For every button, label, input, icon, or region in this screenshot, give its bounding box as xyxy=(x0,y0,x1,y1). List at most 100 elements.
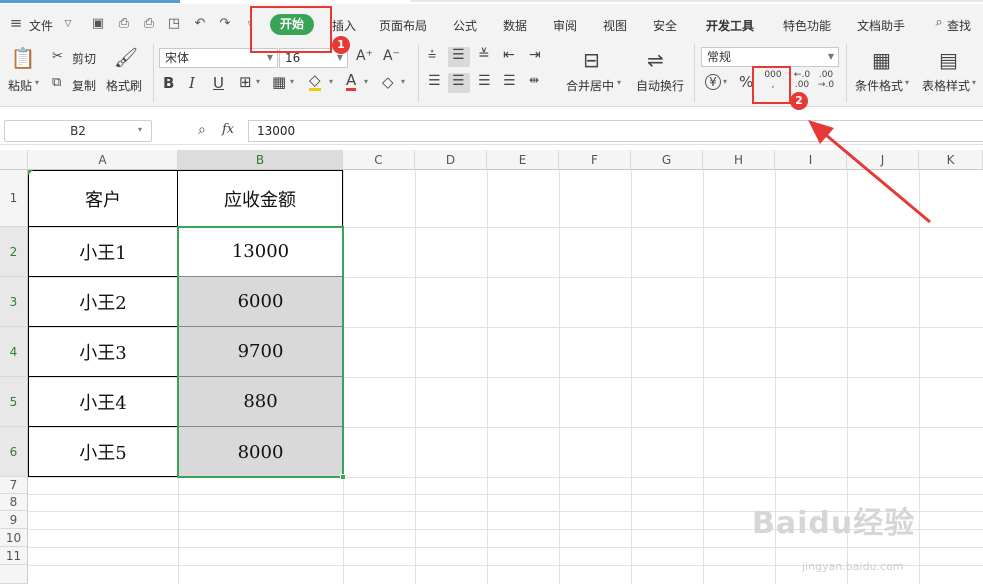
indent-icon[interactable]: ⇥ xyxy=(529,47,541,63)
print-icon[interactable]: ⎙ xyxy=(141,16,157,32)
conditional-format-button[interactable]: 条件格式 xyxy=(855,77,903,94)
chevron-down-icon[interactable]: ▾ xyxy=(905,78,909,87)
wrap-text-icon[interactable]: ⇌ xyxy=(647,48,664,72)
chevron-down-icon[interactable]: ▾ xyxy=(617,78,621,87)
column-header-g[interactable]: G xyxy=(631,150,703,170)
fill-color-icon[interactable]: ◇ xyxy=(309,73,321,91)
increase-decimal-icon[interactable]: ←.0.00 xyxy=(793,70,811,90)
borders-icon[interactable]: ⊞ xyxy=(239,73,252,91)
hamburger-menu-icon[interactable]: ≡ xyxy=(8,15,24,31)
distributed-align-icon[interactable]: ⇹ xyxy=(529,73,539,87)
format-painter-icon[interactable]: 🖌 xyxy=(114,46,138,69)
redo-icon[interactable]: ↷ xyxy=(217,16,233,32)
wrap-text-button[interactable]: 自动换行 xyxy=(636,77,684,94)
row-header-8[interactable]: 8 xyxy=(0,494,28,511)
row-header-3[interactable]: 3 xyxy=(0,277,28,327)
column-header-e[interactable]: E xyxy=(487,150,559,170)
tab-view[interactable]: 视图 xyxy=(603,17,627,34)
justify-icon[interactable]: ☰ xyxy=(503,73,516,89)
tab-data[interactable]: 数据 xyxy=(503,17,527,34)
increase-font-size-icon[interactable]: A⁺ xyxy=(356,48,373,64)
clear-format-icon[interactable]: ◇ xyxy=(382,73,394,91)
table-style-button[interactable]: 表格样式 xyxy=(922,77,970,94)
row-header-10[interactable]: 10 xyxy=(0,529,28,547)
cell-a2[interactable]: 小王1 xyxy=(28,227,178,277)
cut-button[interactable]: 剪切 xyxy=(72,50,96,67)
chevron-down-icon[interactable]: ▾ xyxy=(364,77,368,86)
align-left-icon[interactable]: ☰ xyxy=(428,73,441,89)
column-header-h[interactable]: H xyxy=(703,150,775,170)
tab-insert[interactable]: 插入 xyxy=(332,17,356,34)
row-header-9[interactable]: 9 xyxy=(0,511,28,529)
tab-page-layout[interactable]: 页面布局 xyxy=(379,17,427,34)
copy-icon[interactable]: ⧉ xyxy=(52,75,61,90)
format-painter-button[interactable]: 格式刷 xyxy=(106,77,142,94)
chevron-down-icon[interactable]: ▾ xyxy=(723,77,727,86)
save-icon[interactable]: ▣ xyxy=(90,16,106,32)
tab-review[interactable]: 审阅 xyxy=(553,17,577,34)
table-style-icon[interactable]: ▤ xyxy=(939,48,958,72)
italic-icon[interactable]: I xyxy=(189,74,195,92)
tab-developer[interactable]: 开发工具 xyxy=(706,17,754,34)
row-header-2[interactable]: 2 xyxy=(0,227,28,277)
decrease-font-size-icon[interactable]: A⁻ xyxy=(383,48,400,64)
cut-icon[interactable]: ✂ xyxy=(52,49,63,64)
row-header-12[interactable] xyxy=(0,565,28,584)
bold-icon[interactable]: B xyxy=(163,74,174,92)
column-header-f[interactable]: F xyxy=(559,150,631,170)
align-right-icon[interactable]: ☰ xyxy=(478,73,491,89)
merge-center-button[interactable]: 合并居中 xyxy=(566,77,614,94)
cell-a6[interactable]: 小王5 xyxy=(28,427,178,477)
select-all-corner[interactable] xyxy=(0,150,28,170)
decrease-decimal-icon[interactable]: .00 →.0 xyxy=(817,70,835,90)
number-format-select[interactable]: 常规 ▼ xyxy=(701,47,839,67)
chevron-down-icon[interactable]: ▾ xyxy=(401,77,405,86)
row-header-11[interactable]: 11 xyxy=(0,547,28,565)
paste-button[interactable]: 粘贴 xyxy=(8,77,32,94)
chevron-down-icon[interactable]: ▾ xyxy=(329,77,333,86)
cell-a3[interactable]: 小王2 xyxy=(28,277,178,327)
search-label[interactable]: 查找 xyxy=(947,17,971,34)
search-icon[interactable]: ⌕ xyxy=(931,15,947,31)
name-box[interactable]: B2 xyxy=(4,120,152,142)
align-bottom-icon[interactable]: ≚ xyxy=(478,47,490,63)
file-menu[interactable]: 文件 xyxy=(29,17,53,34)
undo-icon[interactable]: ↶ xyxy=(192,16,208,32)
outdent-icon[interactable]: ⇤ xyxy=(503,47,515,63)
tab-doc-assistant[interactable]: 文档助手 xyxy=(857,17,905,34)
cell-a4[interactable]: 小王3 xyxy=(28,327,178,377)
font-color-icon[interactable]: A xyxy=(346,73,357,91)
tab-security[interactable]: 安全 xyxy=(653,17,677,34)
tab-special-features[interactable]: 特色功能 xyxy=(783,17,831,34)
row-header-4[interactable]: 4 xyxy=(0,327,28,377)
column-header-b[interactable]: B xyxy=(178,150,343,170)
merge-center-icon[interactable]: ⊟ xyxy=(583,48,600,72)
insert-function-icon[interactable]: fx xyxy=(222,122,234,137)
file-menu-chevron-icon[interactable]: ▽ xyxy=(60,16,76,32)
name-box-chevron-icon[interactable]: ▾ xyxy=(138,125,142,134)
cell-style-icon[interactable]: ▦ xyxy=(272,73,286,91)
row-header-5[interactable]: 5 xyxy=(0,377,28,427)
row-header-1[interactable]: 1 xyxy=(0,170,28,227)
column-header-c[interactable]: C xyxy=(343,150,415,170)
print-preview-icon[interactable]: ◳ xyxy=(166,16,182,32)
conditional-format-icon[interactable]: ▦ xyxy=(872,48,891,72)
column-header-d[interactable]: D xyxy=(415,150,487,170)
currency-icon[interactable]: ¥ xyxy=(705,74,721,90)
cell-a5[interactable]: 小王4 xyxy=(28,377,178,427)
export-pdf-icon[interactable]: ⎙ xyxy=(116,16,132,32)
cell-b1[interactable]: 应收金额 xyxy=(178,170,343,227)
row-header-7[interactable]: 7 xyxy=(0,477,28,494)
zoom-formula-icon[interactable]: ⌕ xyxy=(198,122,206,138)
align-middle-icon[interactable]: ☰ xyxy=(452,47,465,63)
chevron-down-icon[interactable]: ▾ xyxy=(290,77,294,86)
column-header-a[interactable]: A xyxy=(28,150,178,170)
row-header-6[interactable]: 6 xyxy=(0,427,28,477)
paste-chevron-icon[interactable]: ▾ xyxy=(35,78,39,87)
chevron-down-icon[interactable]: ▾ xyxy=(256,77,260,86)
align-top-icon[interactable]: ⩮ xyxy=(428,47,436,63)
copy-button[interactable]: 复制 xyxy=(72,77,96,94)
tab-formulas[interactable]: 公式 xyxy=(453,17,477,34)
underline-icon[interactable]: U xyxy=(213,74,224,92)
chevron-down-icon[interactable]: ▾ xyxy=(972,78,976,87)
